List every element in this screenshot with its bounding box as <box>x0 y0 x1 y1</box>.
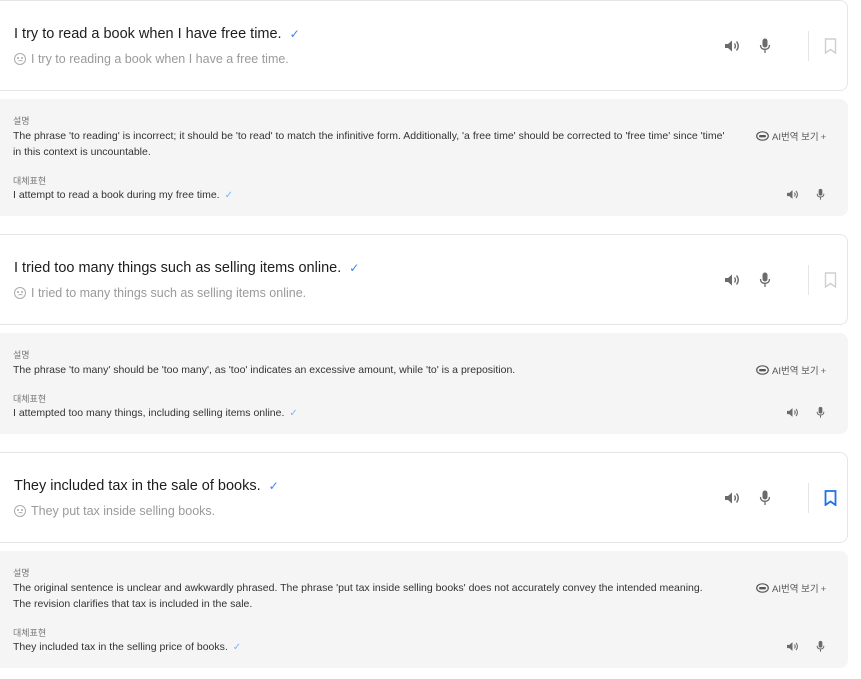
original-sentence: I try to reading a book when I have a fr… <box>14 52 289 66</box>
speaker-icon[interactable] <box>724 273 740 287</box>
neutral-face-icon <box>14 287 26 299</box>
explanation-label: 설명 <box>13 116 30 126</box>
speaker-icon[interactable] <box>786 407 799 418</box>
bookmark-icon[interactable] <box>824 272 837 288</box>
alternative-sentence: They included tax in the selling price o… <box>13 641 242 653</box>
alternative-label: 대체표현 <box>13 628 47 638</box>
explanation-label: 설명 <box>13 350 30 360</box>
original-sentence: They put tax inside selling books. <box>14 504 215 518</box>
divider <box>808 31 809 61</box>
explanation-label: 설명 <box>13 568 30 578</box>
mic-icon[interactable] <box>759 272 771 288</box>
sentence-card: They included tax in the sale of books. ✓… <box>0 452 848 543</box>
neutral-face-icon <box>14 505 26 517</box>
check-icon: ✓ <box>232 642 242 653</box>
corrected-sentence: They included tax in the sale of books. ✓ <box>14 478 279 494</box>
neutral-face-icon <box>14 53 26 65</box>
check-icon: ✓ <box>224 190 233 201</box>
check-icon: ✓ <box>349 261 360 275</box>
card-actions <box>717 1 847 90</box>
original-sentence: I tried to many things such as selling i… <box>14 286 306 300</box>
alternative-label: 대체표현 <box>13 176 47 186</box>
mic-icon[interactable] <box>816 640 825 653</box>
ai-translate-icon <box>756 583 769 593</box>
speaker-icon[interactable] <box>724 39 740 53</box>
sentence-card: I try to read a book when I have free ti… <box>0 0 848 91</box>
divider <box>808 265 809 295</box>
ai-translate-icon <box>756 365 769 375</box>
bookmark-icon[interactable] <box>824 490 837 506</box>
mic-icon[interactable] <box>759 38 771 54</box>
mic-icon[interactable] <box>759 490 771 506</box>
explanation-text: The phrase 'to reading' is incorrect; it… <box>13 130 725 158</box>
mic-icon[interactable] <box>816 406 825 419</box>
corrected-sentence: I try to read a book when I have free ti… <box>14 26 300 42</box>
ai-translate-button[interactable]: AI번역 보기 + <box>756 581 826 595</box>
explanation-panel: 설명 The phrase 'to reading' is incorrect;… <box>0 99 848 216</box>
mic-icon[interactable] <box>816 188 825 201</box>
check-icon: ✓ <box>289 408 298 419</box>
card-actions <box>717 453 847 542</box>
corrected-sentence: I tried too many things such as selling … <box>14 260 360 276</box>
ai-translate-button[interactable]: AI번역 보기 + <box>756 129 826 143</box>
explanation-panel: 설명 The phrase 'to many' should be 'too m… <box>0 333 848 434</box>
ai-translate-icon <box>756 131 769 141</box>
ai-translate-button[interactable]: AI번역 보기 + <box>756 363 826 377</box>
sentence-card: I tried too many things such as selling … <box>0 234 848 325</box>
explanation-text: The phrase 'to many' should be 'too many… <box>13 364 516 376</box>
bookmark-icon[interactable] <box>824 38 837 54</box>
alternative-label: 대체표현 <box>13 394 47 404</box>
speaker-icon[interactable] <box>786 189 799 200</box>
alternative-sentence: I attempt to read a book during my free … <box>13 189 233 201</box>
speaker-icon[interactable] <box>724 491 740 505</box>
check-icon: ✓ <box>268 479 279 493</box>
explanation-text: The original sentence is unclear and awk… <box>13 582 703 610</box>
card-actions <box>717 235 847 324</box>
alternative-sentence: I attempted too many things, including s… <box>13 407 298 419</box>
check-icon: ✓ <box>289 27 300 41</box>
speaker-icon[interactable] <box>786 641 799 652</box>
explanation-panel: 설명 The original sentence is unclear and … <box>0 551 848 668</box>
divider <box>808 483 809 513</box>
